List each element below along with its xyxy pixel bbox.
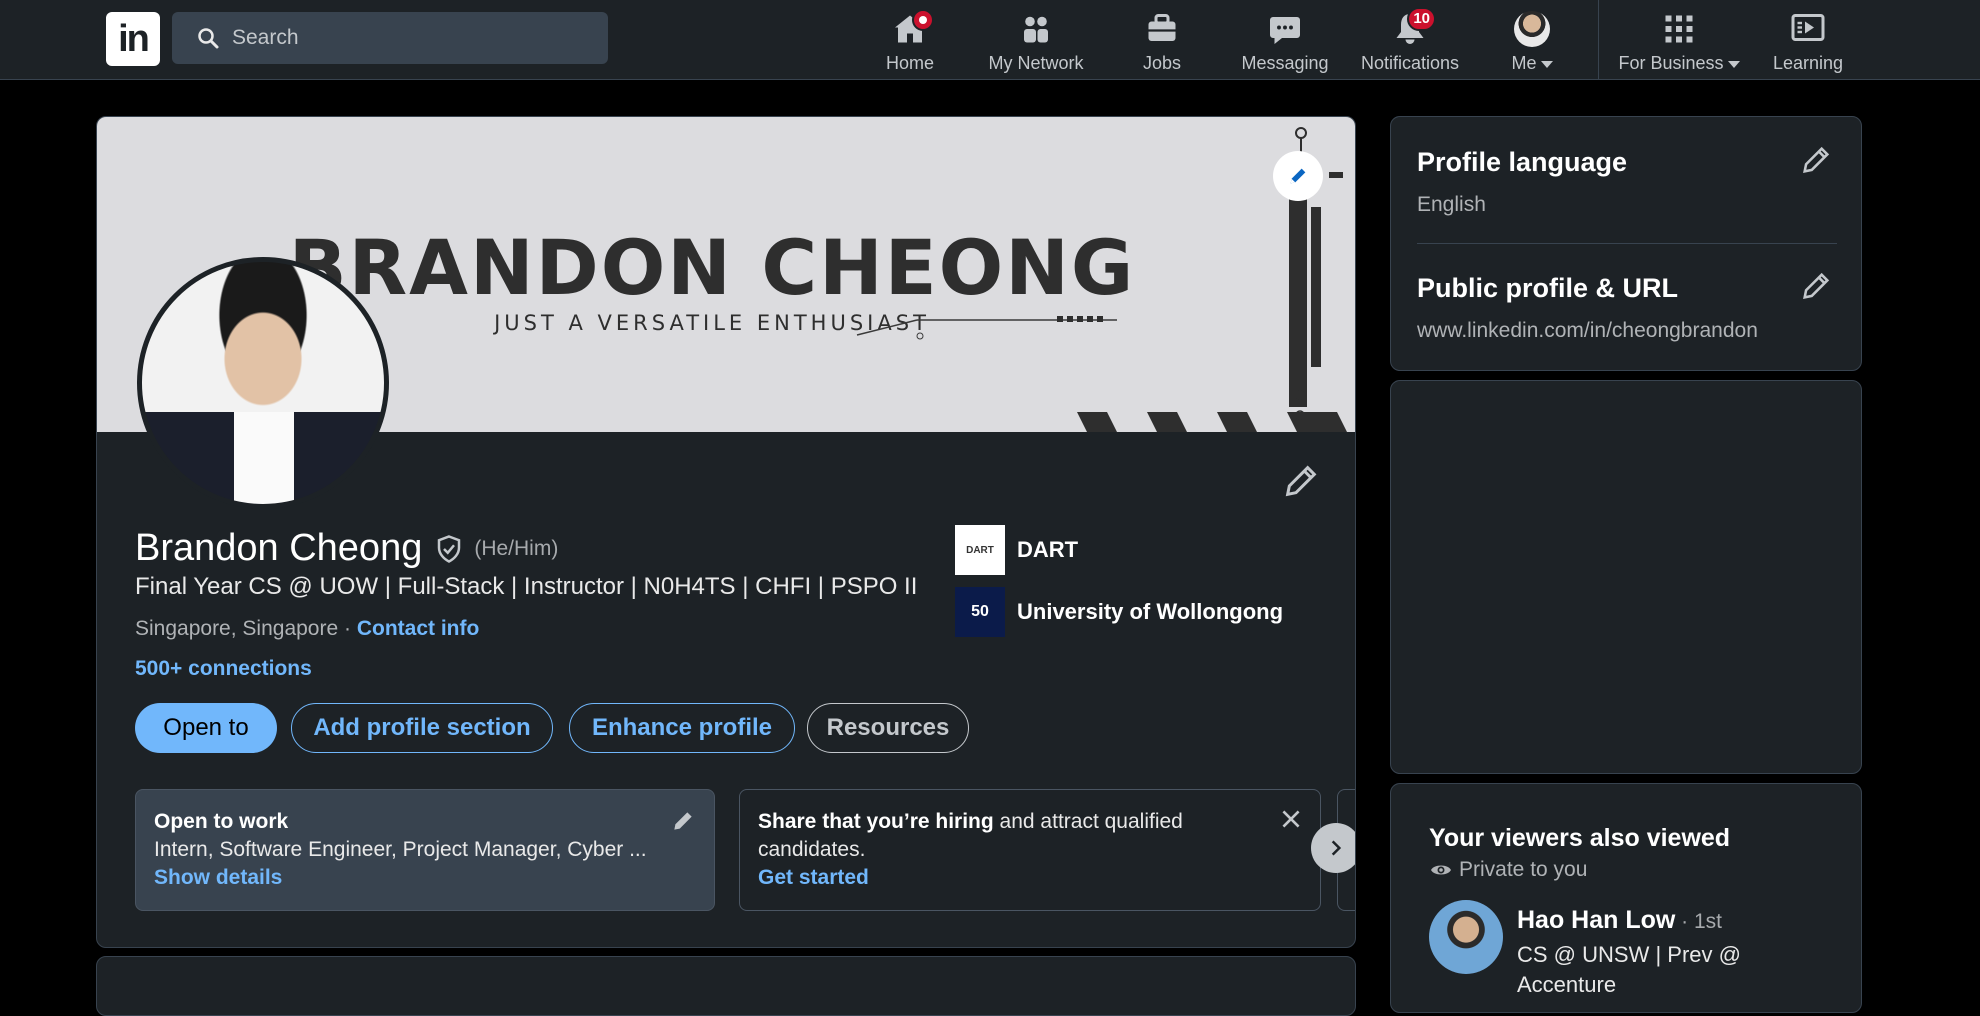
top-nav: in Home My Network Jobs Messaging 10 Not… xyxy=(0,0,1980,80)
chevron-down-icon xyxy=(1727,60,1740,68)
location: Singapore, Singapore xyxy=(135,617,339,640)
profile-headline: Final Year CS @ UOW | Full-Stack | Instr… xyxy=(135,573,918,600)
search-icon xyxy=(198,28,219,49)
briefcase-icon xyxy=(1148,14,1176,41)
nav-label: Home xyxy=(885,53,934,73)
nav-notifications[interactable]: 10 Notifications xyxy=(1356,6,1464,74)
profile-settings-card: Profile language English Public profile … xyxy=(1390,116,1862,371)
nav-divider xyxy=(1598,0,1599,80)
notifications-badge: 10 xyxy=(1407,7,1436,31)
location-row: Singapore, Singapore · Contact info xyxy=(135,617,479,641)
next-section-card xyxy=(96,956,1356,1016)
edit-language-pencil-icon[interactable] xyxy=(1799,143,1833,177)
learning-icon xyxy=(1791,14,1825,41)
show-details-link[interactable]: Show details xyxy=(154,864,696,892)
carousel-next-button[interactable] xyxy=(1311,823,1355,873)
nav-me[interactable]: Me xyxy=(1506,6,1558,74)
nav-jobs[interactable]: Jobs xyxy=(1138,6,1186,74)
ad-placeholder-card xyxy=(1390,380,1862,774)
hiring-bold: Share that you’re hiring xyxy=(758,810,994,833)
nav-messaging[interactable]: Messaging xyxy=(1240,6,1330,74)
pencil-icon[interactable] xyxy=(670,808,696,834)
name-row: Brandon Cheong (He/Him) xyxy=(135,527,558,570)
edit-url-pencil-icon[interactable] xyxy=(1799,269,1833,303)
pencil-icon xyxy=(1290,168,1306,184)
dart-logo: DART xyxy=(955,525,1005,575)
private-label: Private to you xyxy=(1459,858,1588,881)
resources-button[interactable]: Resources xyxy=(807,703,969,753)
nav-for-business[interactable]: For Business xyxy=(1618,6,1740,74)
connections-link[interactable]: 500+ connections xyxy=(135,657,312,681)
verified-shield-icon[interactable] xyxy=(434,534,464,564)
hiring-card: Share that you’re hiring and attract qua… xyxy=(739,789,1321,911)
notification-dot xyxy=(912,9,934,31)
open-to-button[interactable]: Open to xyxy=(135,703,277,753)
nav-label: My Network xyxy=(988,53,1084,73)
viewers-also-viewed-card: Your viewers also viewed Private to you … xyxy=(1390,783,1862,1013)
viewer-headline-2: Accenture xyxy=(1517,972,1617,997)
grid-icon xyxy=(1665,15,1693,43)
eye-icon xyxy=(1431,865,1451,875)
divider xyxy=(1417,243,1837,244)
people-icon xyxy=(1024,16,1048,43)
public-profile-url: www.linkedin.com/in/cheongbrandon xyxy=(1417,319,1758,342)
nav-label: Messaging xyxy=(1241,53,1329,73)
profile-name: Brandon Cheong xyxy=(135,527,423,569)
public-profile-title: Public profile & URL xyxy=(1417,273,1679,303)
search-box[interactable] xyxy=(172,12,608,64)
org-name: University of Wollongong xyxy=(1017,599,1284,624)
open-to-work-title: Open to work xyxy=(154,810,289,833)
open-to-work-detail: Intern, Software Engineer, Project Manag… xyxy=(154,838,647,861)
edit-intro-pencil-icon[interactable] xyxy=(1281,461,1321,501)
profile-language-value: English xyxy=(1417,193,1486,216)
private-note: Private to you xyxy=(1429,858,1587,882)
viewer-name: Hao Han Low xyxy=(1517,906,1676,934)
separator: · xyxy=(338,617,357,640)
nav-label: Jobs xyxy=(1142,53,1182,73)
chevron-down-icon xyxy=(1540,60,1553,68)
linkedin-logo-icon[interactable]: in xyxy=(106,12,160,66)
org-uow[interactable]: 50 University of Wollongong xyxy=(955,587,1283,637)
pronouns: (He/Him) xyxy=(474,536,559,560)
nav-my-network[interactable]: My Network xyxy=(982,6,1090,74)
contact-info-link[interactable]: Contact info xyxy=(357,617,479,640)
viewer-headline: CS @ UNSW | Prev @ xyxy=(1517,942,1741,967)
nav-learning[interactable]: Learning xyxy=(1770,6,1846,74)
me-avatar xyxy=(1514,11,1550,47)
search-input[interactable] xyxy=(232,12,592,64)
nav-label: Me xyxy=(1511,53,1537,73)
profile-card: BRANDON CHEONG JUST A VERSATILE ENTHUSIA… xyxy=(96,116,1356,948)
profile-photo[interactable] xyxy=(137,257,389,509)
uow-logo: 50 xyxy=(955,587,1005,637)
enhance-profile-button[interactable]: Enhance profile xyxy=(569,703,795,753)
edit-banner-button[interactable] xyxy=(1273,151,1323,201)
org-dart[interactable]: DART DART xyxy=(955,525,1078,575)
viewer-name-row[interactable]: Hao Han Low · 1st xyxy=(1517,906,1722,935)
open-to-work-card[interactable]: Open to work Intern, Software Engineer, … xyxy=(135,789,715,911)
viewer-avatar[interactable] xyxy=(1429,900,1503,974)
viewers-title: Your viewers also viewed xyxy=(1429,824,1731,852)
nav-label: Learning xyxy=(1772,53,1844,73)
profile-language-title: Profile language xyxy=(1417,147,1628,177)
close-icon[interactable] xyxy=(1278,806,1304,832)
viewer-degree: · 1st xyxy=(1675,910,1723,933)
get-started-link[interactable]: Get started xyxy=(758,864,1302,892)
add-profile-section-button[interactable]: Add profile section xyxy=(291,703,553,753)
nav-label: For Business xyxy=(1618,53,1724,73)
nav-home[interactable]: Home xyxy=(880,6,940,74)
chevron-right-icon xyxy=(1331,840,1342,856)
org-name: DART xyxy=(1017,537,1079,562)
nav-label: Notifications xyxy=(1360,53,1460,73)
messaging-icon xyxy=(1270,17,1300,44)
